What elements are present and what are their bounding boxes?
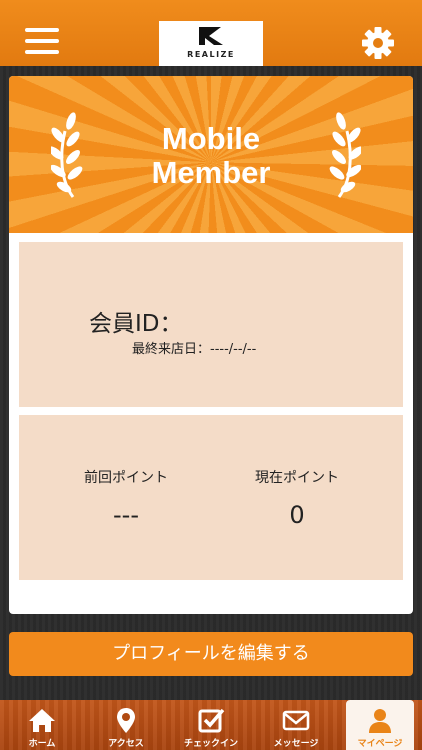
tab-checkin-label: チェックイン	[183, 739, 238, 749]
last-visit-date: 最終来店日：----/--/--	[132, 342, 257, 357]
tab-home[interactable]: ホーム	[0, 700, 84, 750]
tab-messages-label: メッセージ	[273, 739, 319, 749]
app-header: REALIZE	[0, 0, 422, 66]
brand-logo[interactable]: REALIZE	[159, 21, 263, 66]
person-icon	[369, 709, 391, 733]
gear-icon[interactable]	[361, 26, 395, 60]
tab-access[interactable]: アクセス	[84, 700, 168, 750]
tab-access-label: アクセス	[108, 739, 144, 749]
edit-profile-button[interactable]: プロフィールを編集する	[9, 632, 413, 676]
tab-mypage-label: マイページ	[357, 739, 403, 749]
tab-messages[interactable]: メッセージ	[254, 700, 338, 750]
member-info-panel: 会員ID： 最終来店日：----/--/--	[19, 242, 403, 407]
previous-points-value: ---	[113, 501, 139, 529]
laurel-right-icon	[329, 112, 361, 198]
tab-checkin[interactable]: チェックイン	[168, 700, 254, 750]
points-panel: 前回ポイント --- 現在ポイント 0	[19, 415, 403, 580]
tab-home-label: ホーム	[28, 739, 56, 749]
mail-icon	[282, 710, 310, 731]
checkin-icon	[198, 708, 225, 733]
member-card: Mobile Member 会員ID： 最終来店日：----/--/-- 前回ポ…	[9, 76, 413, 614]
current-points-label: 現在ポイント	[255, 470, 339, 486]
tab-mypage[interactable]: マイページ	[346, 700, 414, 750]
logo-text: REALIZE	[187, 50, 235, 59]
realize-logo-icon	[199, 27, 223, 45]
tab-bar: ホーム アクセス チェックイン メッセージ マイページ	[0, 700, 422, 750]
home-icon	[29, 709, 55, 732]
member-banner: Mobile Member	[9, 76, 413, 233]
current-points: 現在ポイント 0	[217, 467, 377, 529]
map-pin-icon	[117, 708, 135, 733]
member-id-label: 会員ID：	[89, 311, 183, 337]
previous-points: 前回ポイント ---	[46, 467, 206, 529]
hamburger-menu-icon[interactable]	[25, 26, 61, 56]
current-points-value: 0	[289, 501, 305, 529]
previous-points-label: 前回ポイント	[84, 470, 168, 486]
